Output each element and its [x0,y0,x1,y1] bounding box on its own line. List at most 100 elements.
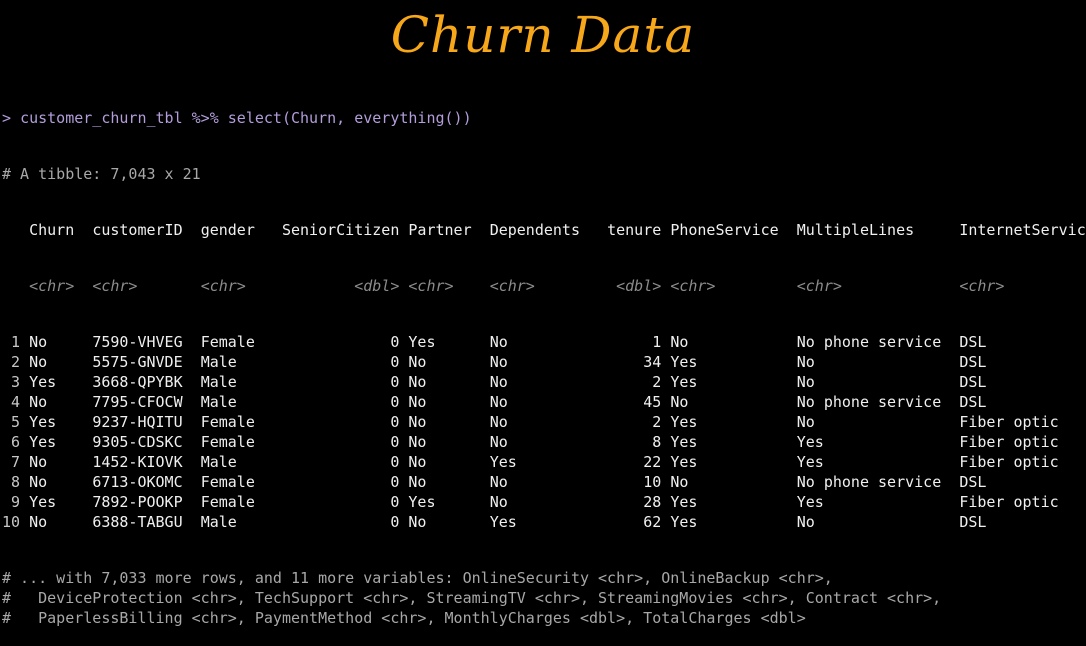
row-number: 3 [2,373,21,391]
table-cell: Female [200,433,264,451]
footer-line: # DeviceProtection <chr>, TechSupport <c… [2,589,942,607]
row-number: 7 [2,453,21,471]
table-cell: No [29,473,84,491]
table-cell: 0 [272,473,400,491]
tibble-rows: 1 No 7590-VHVEG Female 0 Yes No 1 No No … [2,332,1086,532]
table-cell: No [408,373,481,391]
table-cell: 0 [272,513,400,531]
table-cell: 2 [598,373,662,391]
column-type: <chr> [959,277,1086,295]
table-cell: Female [200,493,264,511]
column-header-row: Churn customerID gender SeniorCitizen Pa… [2,220,1086,240]
table-cell: Yes [29,433,84,451]
table-cell: Female [200,333,264,351]
r-console[interactable]: > customer_churn_tbl %>% select(Churn, e… [2,72,1086,646]
table-cell: Male [200,513,264,531]
table-cell: No [489,353,590,371]
table-row: 9 Yes 7892-POOKP Female 0 Yes No 28 Yes … [2,492,1086,512]
table-cell: Yes [670,433,788,451]
column-type: <chr> [29,277,84,295]
row-number: 6 [2,433,21,451]
table-cell: Fiber optic [959,493,1086,511]
table-cell: No [670,473,788,491]
table-cell: Male [200,353,264,371]
table-cell: 0 [272,393,400,411]
column-type: <chr> [670,277,788,295]
row-number: 2 [2,353,21,371]
table-cell: Yes [670,353,788,371]
column-header: customerID [92,221,192,239]
table-cell: No [408,393,481,411]
table-cell: No phone service [796,473,951,491]
column-type: <chr> [489,277,590,295]
table-cell: 7892-POOKP [92,493,192,511]
table-cell: Yes [796,453,951,471]
table-cell: 1452-KIOVK [92,453,192,471]
table-cell: Yes [670,493,788,511]
table-cell: No [670,393,788,411]
table-cell: No [796,353,951,371]
table-cell: No [408,513,481,531]
table-row: 7 No 1452-KIOVK Male 0 No Yes 22 Yes Yes… [2,452,1086,472]
table-cell: 9305-CDSKC [92,433,192,451]
table-cell: No [29,513,84,531]
table-cell: 45 [598,393,662,411]
table-cell: No [408,353,481,371]
column-type-row: <chr> <chr> <chr> <dbl> <chr> <chr> <dbl… [2,276,1086,296]
table-cell: 8 [598,433,662,451]
table-cell: 0 [272,333,400,351]
table-cell: No phone service [796,333,951,351]
table-cell: No [408,433,481,451]
column-header: MultipleLines [796,221,951,239]
table-cell: No [796,513,951,531]
column-type: <dbl> [598,277,662,295]
table-cell: 22 [598,453,662,471]
tibble-footer: # ... with 7,033 more rows, and 11 more … [2,568,1086,628]
table-cell: Male [200,453,264,471]
column-type: <chr> [200,277,264,295]
table-cell: No [489,333,590,351]
table-row: 5 Yes 9237-HQITU Female 0 No No 2 Yes No… [2,412,1086,432]
table-row: 1 No 7590-VHVEG Female 0 Yes No 1 No No … [2,332,1086,352]
column-header: PhoneService [670,221,788,239]
table-cell: Yes [29,373,84,391]
table-cell: No [670,333,788,351]
table-cell: 6713-OKOMC [92,473,192,491]
table-cell: 0 [272,453,400,471]
column-type: <chr> [92,277,192,295]
table-cell: Yes [670,453,788,471]
table-row: 4 No 7795-CFOCW Male 0 No No 45 No No ph… [2,392,1086,412]
row-number: 9 [2,493,21,511]
table-cell: Yes [408,493,481,511]
table-cell: 5575-GNVDE [92,353,192,371]
table-row: 6 Yes 9305-CDSKC Female 0 No No 8 Yes Ye… [2,432,1086,452]
table-cell: 62 [598,513,662,531]
table-cell: No [489,473,590,491]
row-number: 1 [2,333,21,351]
row-number: 8 [2,473,21,491]
column-type: <dbl> [272,277,400,295]
table-cell: Yes [670,513,788,531]
table-row: 2 No 5575-GNVDE Male 0 No No 34 Yes No D… [2,352,1086,372]
column-header: gender [200,221,264,239]
table-row: 3 Yes 3668-QPYBK Male 0 No No 2 Yes No D… [2,372,1086,392]
table-cell: No [29,393,84,411]
table-row: 10 No 6388-TABGU Male 0 No Yes 62 Yes No… [2,512,1086,532]
table-cell: DSL [959,353,1086,371]
row-number: 10 [2,513,21,531]
table-cell: No [29,333,84,351]
tibble-info: # A tibble: 7,043 x 21 [2,165,201,183]
table-cell: DSL [959,333,1086,351]
table-cell: No phone service [796,393,951,411]
table-cell: Yes [796,493,951,511]
table-cell: 0 [272,353,400,371]
table-cell: Female [200,473,264,491]
table-cell: DSL [959,393,1086,411]
table-cell: Fiber optic [959,453,1086,471]
table-cell: No [29,453,84,471]
table-cell: No [408,473,481,491]
table-cell: No [796,373,951,391]
table-cell: Fiber optic [959,433,1086,451]
table-cell: 0 [272,373,400,391]
column-header: SeniorCitizen [272,221,400,239]
